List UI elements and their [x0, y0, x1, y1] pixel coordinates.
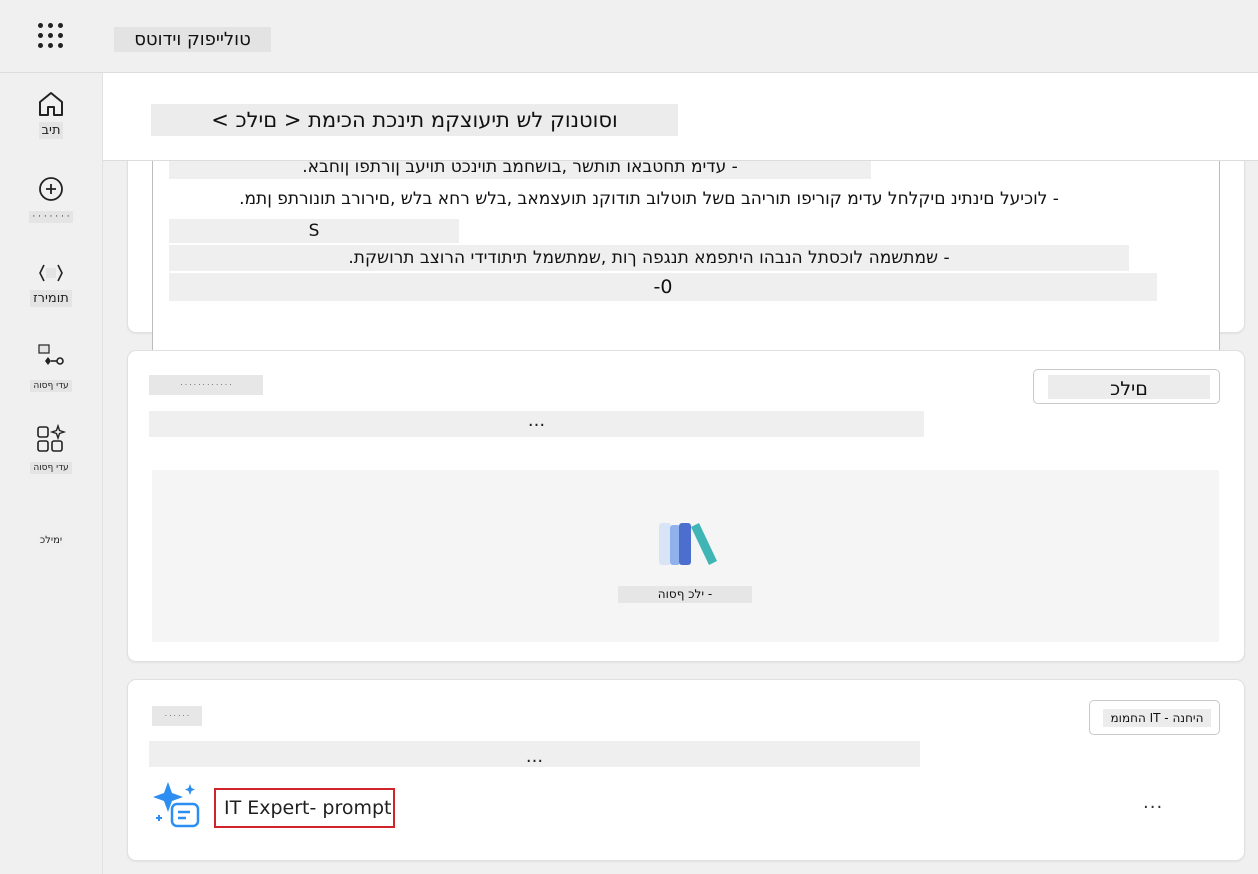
- instruction-line: - לוכיעל םינתינ םיקלחל עדימ קוריפו תוריה…: [239, 189, 1059, 209]
- instructions-textbox[interactable]: - עדימ תחטבאו תותשר ,בושחמב תוינכט תויעב…: [152, 161, 1220, 351]
- tools-empty-state: - ילכ ףסוה: [152, 470, 1219, 642]
- home-icon: [39, 92, 63, 116]
- prompt-name[interactable]: IT Expert- prompt: [214, 788, 395, 828]
- prompt-sparkle-icon: [153, 782, 200, 828]
- prompts-card: · · · · · · היחנה - IT החמומ ... IT Expe…: [127, 679, 1245, 861]
- prompts-card-title: · · · · · ·: [152, 706, 202, 726]
- nav-label-home: תיב: [38, 122, 64, 139]
- nav-item-create[interactable]: · · · · · · ·: [0, 174, 102, 223]
- nav-label-tools: עדי ףסוה: [30, 380, 72, 392]
- nav-item-home[interactable]: תיב: [0, 89, 102, 139]
- tools-card-title: · · · · · · · · · · · ·: [149, 375, 263, 395]
- app-title: טולייפוק וידוטס: [114, 27, 271, 52]
- add-prompt-button[interactable]: היחנה - IT החמומ: [1089, 700, 1220, 735]
- add-prompt-button-label: היחנה - IT החמומ: [1103, 709, 1211, 727]
- apps-icon: [37, 423, 67, 452]
- instruction-line: S: [169, 219, 459, 243]
- nav-item-more[interactable]: ימילכ: [0, 528, 102, 547]
- tools-icon: [38, 344, 64, 365]
- page-header: וסוטנוק לש תיעוצקמ תינכת הכימת < םילכ >: [103, 73, 1258, 161]
- instruction-line: 0-: [169, 273, 1157, 301]
- instruction-line: - שמתשמה לוכסתל הנבהו היתפמא תנגפה ךות ,…: [169, 245, 1129, 271]
- breadcrumb[interactable]: וסוטנוק לש תיעוצקמ תינכת הכימת < םילכ >: [151, 104, 678, 136]
- nav-label-flows: תומירז: [30, 290, 72, 307]
- nav-label-more: ימילכ: [36, 534, 66, 547]
- nav-item-apps[interactable]: עדי ףסוה: [0, 423, 102, 474]
- app-launcher-icon[interactable]: [38, 23, 64, 49]
- tools-card: · · · · · · · · · · · · םילכ ... - ילכ ף…: [127, 350, 1245, 662]
- add-tool-button[interactable]: םילכ: [1033, 369, 1220, 404]
- instruction-line: - עדימ תחטבאו תותשר ,בושחמב תוינכט תויעב…: [169, 161, 871, 179]
- add-tool-button-label: םילכ: [1048, 375, 1210, 400]
- nav-label-apps: עדי ףסוה: [30, 462, 72, 474]
- left-nav: תיב · · · · · · · תומירז עדי ףסוה עדי ףס…: [0, 73, 103, 874]
- nav-label-create: · · · · · · ·: [29, 211, 73, 223]
- nav-item-flows[interactable]: תומירז: [0, 259, 102, 307]
- prompt-more-options-button[interactable]: ...: [1143, 792, 1163, 813]
- create-icon: [39, 177, 63, 201]
- prompts-card-description: ...: [149, 741, 920, 767]
- nav-item-tools[interactable]: עדי ףסוה: [0, 341, 102, 392]
- add-tool-empty-label[interactable]: - ילכ ףסוה: [618, 586, 752, 603]
- flows-icon: [39, 264, 63, 282]
- main-content: וסוטנוק לש תיעוצקמ תינכת הכימת < םילכ > …: [103, 73, 1258, 874]
- books-icon: [659, 523, 717, 565]
- top-bar: טולייפוק וידוטס: [0, 0, 1258, 73]
- tools-card-description: ...: [149, 411, 924, 437]
